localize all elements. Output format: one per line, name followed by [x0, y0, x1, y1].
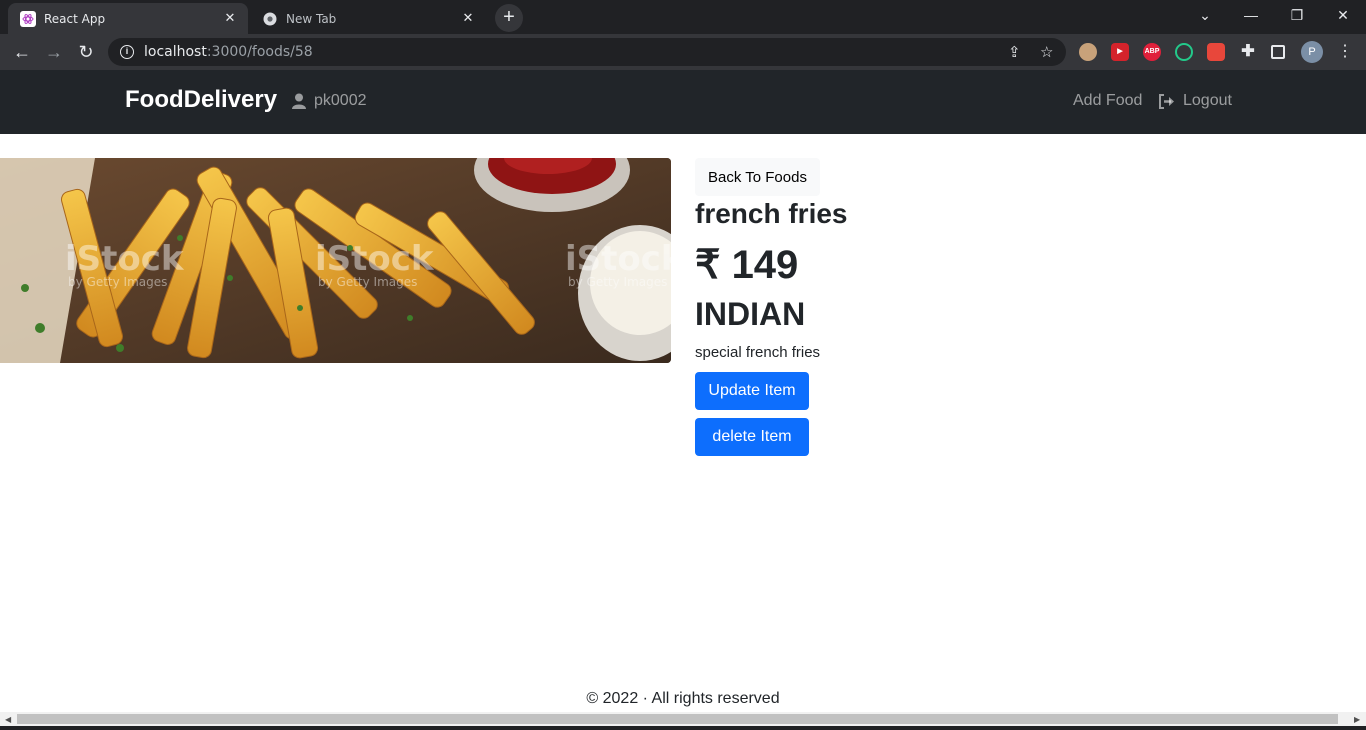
- watermark-subtext: by Getty Images: [318, 275, 417, 289]
- add-food-link[interactable]: Add Food: [1073, 92, 1142, 110]
- watermark-subtext: by Getty Images: [68, 275, 167, 289]
- restore-button[interactable]: ❐: [1274, 0, 1320, 30]
- user-icon: [292, 93, 306, 109]
- tab-title: React App: [44, 11, 106, 26]
- scrollbar-thumb[interactable]: [17, 714, 1338, 724]
- site-info-icon[interactable]: i: [120, 45, 134, 59]
- browser-tabstrip: React App ✕ New Tab ✕ + ⌄ — ❐ ✕: [0, 0, 1366, 34]
- tab-search-icon[interactable]: ⌄: [1182, 0, 1228, 30]
- reload-icon[interactable]: ↻: [74, 40, 98, 64]
- side-panel-icon[interactable]: [1271, 45, 1285, 59]
- food-details: Back To Foods french fries ₹ 149 INDIAN …: [695, 158, 848, 456]
- window-bottom-edge: [0, 726, 1366, 730]
- food-description: special french fries: [695, 344, 821, 361]
- new-tab-button[interactable]: +: [495, 4, 523, 32]
- page-footer: © 2022 · All rights reserved: [586, 690, 780, 707]
- logout-icon: [1159, 93, 1174, 109]
- bookmark-star-icon[interactable]: ☆: [1040, 43, 1053, 61]
- food-cuisine: INDIAN: [695, 296, 806, 332]
- close-tab-icon[interactable]: ✕: [222, 11, 238, 27]
- update-item-button[interactable]: Update Item: [695, 372, 809, 410]
- back-to-foods-button[interactable]: Back To Foods: [695, 158, 820, 196]
- extension-circle-icon[interactable]: [1175, 43, 1193, 61]
- watermark-text: iStock: [65, 239, 185, 279]
- profile-avatar[interactable]: P: [1301, 41, 1323, 63]
- back-arrow-icon[interactable]: ←: [10, 40, 34, 64]
- react-icon: [20, 10, 36, 27]
- chrome-icon: [262, 11, 278, 27]
- tab-react-app[interactable]: React App ✕: [8, 3, 248, 34]
- watermark-subtext: by Getty Images: [568, 275, 667, 289]
- kebab-menu-icon[interactable]: ⋮: [1333, 40, 1357, 64]
- food-name: french fries: [695, 198, 848, 229]
- tab-title: New Tab: [286, 11, 337, 26]
- close-tab-icon[interactable]: ✕: [460, 11, 476, 27]
- minimize-button[interactable]: —: [1228, 0, 1274, 30]
- username-label: pk0002: [314, 92, 367, 109]
- current-user: pk0002: [292, 92, 367, 110]
- extension-face-icon[interactable]: [1079, 43, 1097, 61]
- watermark-text: iStock: [565, 239, 671, 279]
- extension-video-icon[interactable]: ▶: [1111, 43, 1129, 61]
- brand-link[interactable]: FoodDelivery: [125, 86, 277, 114]
- food-image: iStock iStock iStock by Getty Images by …: [0, 158, 671, 363]
- close-window-button[interactable]: ✕: [1320, 0, 1366, 30]
- app-navbar: FoodDelivery pk0002 Add Food Logout: [0, 70, 1366, 134]
- watermark-text: iStock: [315, 239, 435, 279]
- tab-new-tab[interactable]: New Tab ✕: [250, 3, 486, 34]
- scroll-left-icon[interactable]: ◀: [5, 715, 11, 724]
- adblock-plus-icon[interactable]: ABP: [1143, 43, 1161, 61]
- food-price: ₹ 149: [695, 243, 799, 287]
- address-bar[interactable]: i localhost:3000/foods/58 ⇪ ☆: [108, 38, 1066, 66]
- logout-label: Logout: [1183, 92, 1232, 109]
- forward-arrow-icon[interactable]: →: [42, 40, 66, 64]
- share-icon[interactable]: ⇪: [1008, 43, 1021, 61]
- horizontal-scrollbar[interactable]: ◀ ▶: [0, 712, 1366, 726]
- extension-red-icon[interactable]: [1207, 43, 1225, 61]
- browser-toolbar: ← → ↻ i localhost:3000/foods/58 ⇪ ☆ ▶ AB…: [0, 34, 1366, 70]
- delete-item-button[interactable]: delete Item: [695, 418, 809, 456]
- url-text: localhost:3000/foods/58: [144, 44, 313, 60]
- logout-link[interactable]: Logout: [1158, 92, 1232, 110]
- scroll-right-icon[interactable]: ▶: [1354, 715, 1360, 724]
- extensions-puzzle-icon[interactable]: ✚: [1239, 43, 1257, 61]
